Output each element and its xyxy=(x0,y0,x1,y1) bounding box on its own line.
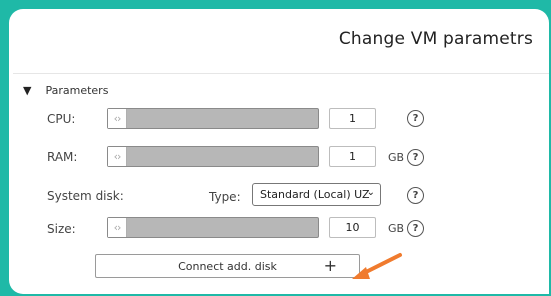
system-disk-help-icon[interactable]: ? xyxy=(407,187,424,204)
cpu-slider[interactable]: ‹› xyxy=(107,108,319,129)
ram-label: RAM: xyxy=(47,150,78,164)
cpu-label: CPU: xyxy=(47,112,76,126)
size-help-icon[interactable]: ? xyxy=(407,220,424,237)
header-divider xyxy=(13,73,549,74)
collapse-triangle-icon: ▼ xyxy=(23,84,32,97)
connect-disk-button[interactable]: Connect add. disk + xyxy=(95,254,360,278)
ram-value-field[interactable]: 1 xyxy=(329,146,376,167)
slider-handle-icon[interactable]: ‹› xyxy=(108,218,127,237)
plus-icon: + xyxy=(323,256,337,275)
disk-type-value: Standard (Local) UZ xyxy=(260,188,370,201)
chevron-down-icon: ⌄ xyxy=(366,187,375,198)
size-unit: GB xyxy=(388,222,405,235)
connect-disk-label: Connect add. disk xyxy=(178,259,277,273)
section-label: Parameters xyxy=(45,84,109,97)
cpu-help-icon[interactable]: ? xyxy=(407,110,424,127)
size-value-field[interactable]: 10 xyxy=(329,217,376,238)
size-label: Size: xyxy=(47,222,76,236)
disk-type-label: Type: xyxy=(209,190,241,204)
parameters-section-toggle[interactable]: ▼ Parameters xyxy=(23,84,108,97)
system-disk-label: System disk: xyxy=(47,189,124,203)
cpu-value-field[interactable]: 1 xyxy=(329,108,376,129)
slider-handle-icon[interactable]: ‹› xyxy=(108,147,127,166)
ram-slider[interactable]: ‹› xyxy=(107,146,319,167)
ram-unit: GB xyxy=(388,151,405,164)
annotation-arrow-icon xyxy=(352,253,402,279)
size-slider[interactable]: ‹› xyxy=(107,217,319,238)
vm-params-panel: Change VM parametrs ▼ Parameters CPU: ‹›… xyxy=(9,9,549,294)
page-title: Change VM parametrs xyxy=(338,29,533,49)
disk-type-select[interactable]: Standard (Local) UZ ⌄ xyxy=(252,183,381,206)
slider-handle-icon[interactable]: ‹› xyxy=(108,109,127,128)
ram-help-icon[interactable]: ? xyxy=(407,149,424,166)
